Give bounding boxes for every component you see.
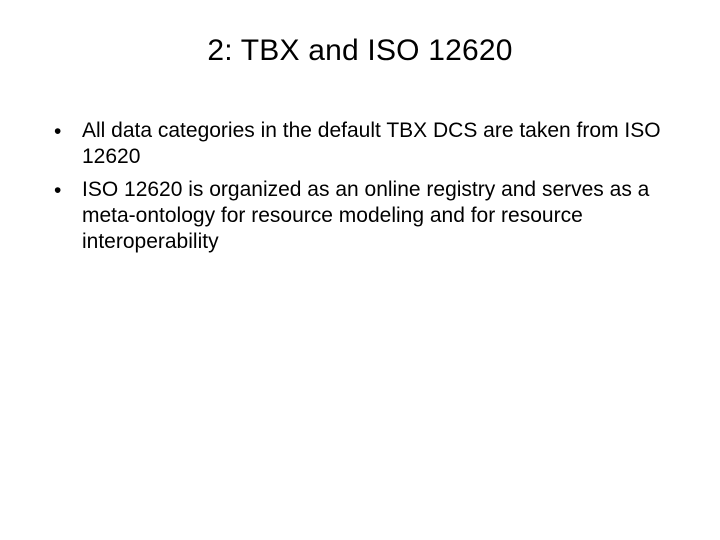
- list-item: • All data categories in the default TBX…: [40, 118, 670, 171]
- bullet-text: ISO 12620 is organized as an online regi…: [82, 178, 649, 254]
- list-item: • ISO 12620 is organized as an online re…: [40, 177, 670, 256]
- bullet-icon: •: [54, 178, 61, 204]
- bullet-text: All data categories in the default TBX D…: [82, 119, 661, 168]
- bullet-icon: •: [54, 119, 61, 145]
- slide-title: 2: TBX and ISO 12620: [40, 34, 680, 68]
- bullet-list: • All data categories in the default TBX…: [40, 118, 680, 255]
- slide: 2: TBX and ISO 12620 • All data categori…: [0, 0, 720, 540]
